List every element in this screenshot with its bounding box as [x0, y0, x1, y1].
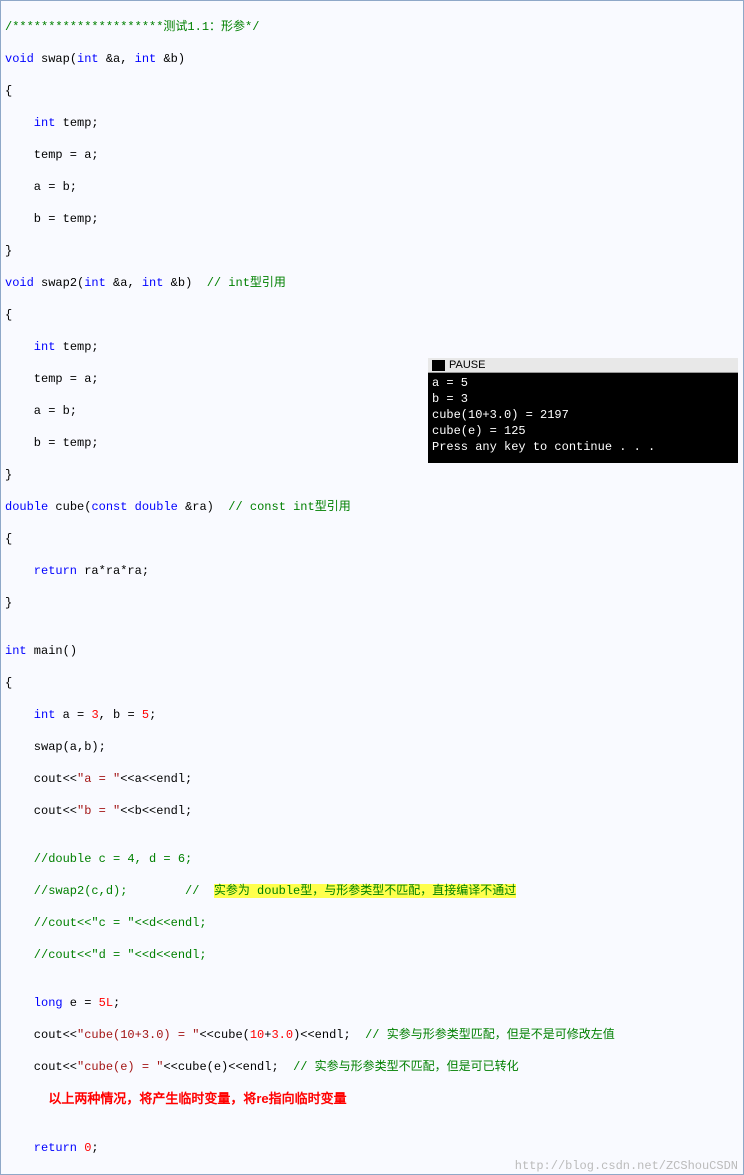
- highlighted-comment: 实参为 double型，与形参类型不匹配，直接编译不通过: [214, 884, 516, 898]
- console-titlebar: PAUSE: [428, 358, 738, 373]
- console-output: a = 5 b = 3 cube(10+3.0) = 2197 cube(e) …: [428, 373, 738, 463]
- console-window: PAUSE a = 5 b = 3 cube(10+3.0) = 2197 cu…: [428, 358, 738, 463]
- comment-line: /*********************测试1.1：形参*/: [5, 20, 259, 34]
- console-icon: [432, 360, 445, 371]
- summary-note: 以上两种情况，将产生临时变量，将re指向临时变量: [5, 1091, 347, 1106]
- code-editor: /*********************测试1.1：形参*/ void sw…: [1, 1, 743, 1174]
